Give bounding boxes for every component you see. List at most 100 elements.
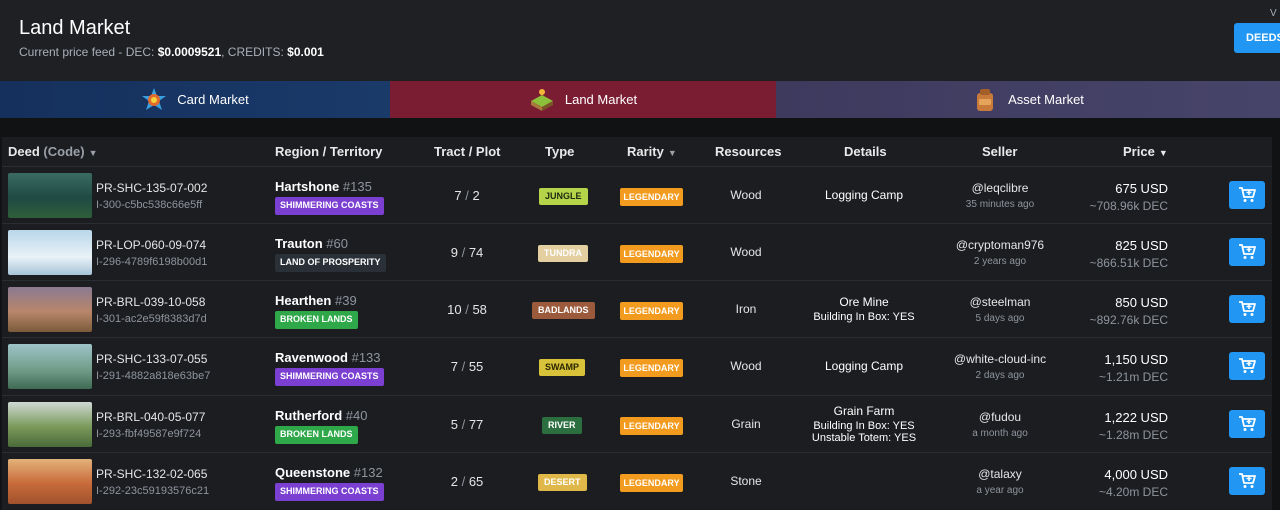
listings-table: Deed (Code) ▼ Region / Territory Tract / …: [2, 137, 1272, 510]
tab-asset-market[interactable]: Asset Market: [776, 81, 1280, 118]
tract-value: 5: [450, 417, 458, 432]
land-thumbnail[interactable]: [8, 230, 92, 275]
deed-code[interactable]: PR-BRL-040-05-077: [96, 410, 205, 424]
credits-label: , CREDITS:: [221, 45, 288, 59]
card-market-icon: [142, 87, 167, 110]
col-plot-label: Plot: [475, 144, 501, 159]
resource-label: Grain: [731, 417, 761, 431]
tract-plot: 5 / 77: [450, 417, 484, 432]
table-row[interactable]: PR-LOP-060-09-074 I-296-4789f6198b00d1 T…: [2, 223, 1272, 280]
detail-sub: Building In Box: YES: [813, 420, 915, 432]
asset-market-icon: [977, 88, 994, 111]
price-dec: ~866.51k DEC: [1089, 256, 1168, 270]
tract-value: 9: [450, 245, 458, 260]
tract-plot: 9 / 74: [450, 245, 484, 260]
chevron-down-icon: ▼: [667, 148, 677, 158]
region-label: Ravenwood: [275, 350, 348, 365]
tab-card-market[interactable]: Card Market: [0, 81, 390, 118]
land-thumbnail[interactable]: [8, 344, 92, 389]
table-row[interactable]: PR-SHC-135-07-002 I-300-c5bc538c66e5ff H…: [2, 166, 1272, 223]
seller-time: 2 days ago: [975, 370, 1025, 381]
deed-code[interactable]: PR-SHC-133-07-055: [96, 352, 207, 366]
resource-label: Wood: [730, 245, 762, 259]
col-deed-label: Deed: [8, 144, 40, 159]
buy-button[interactable]: [1229, 181, 1265, 209]
region-number: #39: [334, 293, 357, 308]
seller-name[interactable]: @steelman: [932, 295, 1068, 309]
detail-sub-2: Unstable Totem: YES: [811, 432, 917, 444]
land-thumbnail[interactable]: [8, 402, 92, 447]
rarity-badge: LEGENDARY: [620, 474, 683, 492]
tab-label: Land Market: [564, 92, 638, 107]
price-usd: 675 USD: [1115, 181, 1168, 196]
detail-label: Logging Camp: [824, 188, 904, 202]
detail-block: Logging Camp: [794, 188, 934, 202]
region-number: #40: [345, 408, 368, 423]
col-rarity[interactable]: Rarity ▼: [627, 144, 677, 159]
detail-label: Ore Mine: [839, 295, 889, 309]
tract-plot: 7 / 55: [450, 359, 484, 374]
land-thumbnail[interactable]: [8, 173, 92, 218]
seller-name[interactable]: @cryptoman976: [932, 238, 1068, 252]
corner-text: V: [1270, 8, 1277, 19]
type-badge: TUNDRA: [538, 245, 588, 262]
cart-icon: [1239, 187, 1256, 202]
deeds-button[interactable]: DEEDS: [1234, 23, 1280, 53]
dec-price: $0.0009521: [157, 45, 222, 59]
seller-name[interactable]: @leqclibre: [932, 181, 1068, 195]
buy-button[interactable]: [1229, 467, 1265, 495]
type-badge: DESERT: [538, 474, 587, 491]
land-thumbnail[interactable]: [8, 459, 92, 504]
deed-id: I-293-fbf49587e9f724: [96, 428, 202, 440]
deed-code[interactable]: PR-LOP-060-09-074: [96, 238, 206, 252]
resource-label: Iron: [735, 302, 757, 316]
region-label: Trauton: [275, 236, 323, 251]
deed-id: I-301-ac2e59f8383d7d: [96, 313, 207, 325]
rarity-badge: LEGENDARY: [620, 302, 683, 320]
tract-plot: 10 / 58: [447, 302, 487, 317]
buy-button[interactable]: [1229, 352, 1265, 380]
region-number: #133: [351, 350, 381, 365]
deed-code[interactable]: PR-BRL-039-10-058: [96, 295, 205, 309]
seller-name[interactable]: @talaxy: [932, 467, 1068, 481]
plot-value: 55: [468, 359, 484, 374]
territory-badge: SHIMMERING COASTS: [275, 197, 384, 215]
region-name: Hartshone #135: [275, 179, 372, 194]
cart-icon: [1239, 358, 1256, 373]
land-thumbnail[interactable]: [8, 287, 92, 332]
deed-id: I-292-23c59193576c21: [96, 485, 210, 497]
tract-value: 10: [447, 302, 462, 317]
region-name: Rutherford #40: [275, 408, 368, 423]
col-price[interactable]: Price ▼: [1123, 144, 1168, 159]
seller-time: 5 days ago: [975, 313, 1025, 324]
table-row[interactable]: PR-SHC-133-07-055 I-291-4882a818e63be7 R…: [2, 337, 1272, 394]
region-name: Ravenwood #133: [275, 350, 381, 365]
cart-icon: [1239, 416, 1256, 431]
plot-value: 2: [472, 188, 480, 203]
buy-button[interactable]: [1229, 238, 1265, 266]
table-row[interactable]: PR-SHC-132-02-065 I-292-23c59193576c21 Q…: [2, 452, 1272, 509]
seller-time: a year ago: [976, 485, 1024, 496]
region-number: #132: [353, 465, 383, 480]
col-seller: Seller: [982, 144, 1018, 159]
col-tract-label: Tract: [434, 144, 466, 159]
region-name: Hearthen #39: [275, 293, 357, 308]
tab-land-market[interactable]: Land Market: [390, 81, 776, 118]
buy-button[interactable]: [1229, 295, 1265, 323]
seller-name[interactable]: @white-cloud-inc: [932, 352, 1068, 366]
table-row[interactable]: PR-BRL-040-05-077 I-293-fbf49587e9f724 R…: [2, 395, 1272, 452]
chevron-down-icon: ▼: [88, 148, 98, 158]
buy-button[interactable]: [1229, 410, 1265, 438]
col-deed[interactable]: Deed (Code) ▼: [8, 144, 98, 159]
type-badge: SWAMP: [539, 359, 586, 376]
price-feed-label: Current price feed - DEC:: [19, 45, 158, 59]
price-feed: Current price feed - DEC: $0.0009521, CR…: [19, 45, 324, 59]
region-label: Queenstone: [275, 465, 351, 480]
deed-code[interactable]: PR-SHC-135-07-002: [96, 181, 207, 195]
table-row[interactable]: PR-BRL-039-10-058 I-301-ac2e59f8383d7d H…: [2, 280, 1272, 337]
seller-name[interactable]: @fudou: [932, 410, 1068, 424]
tract-plot: 2 / 65: [450, 474, 484, 489]
region-number: #135: [342, 179, 372, 194]
seller-time: a month ago: [972, 428, 1028, 439]
deed-code[interactable]: PR-SHC-132-02-065: [96, 467, 207, 481]
